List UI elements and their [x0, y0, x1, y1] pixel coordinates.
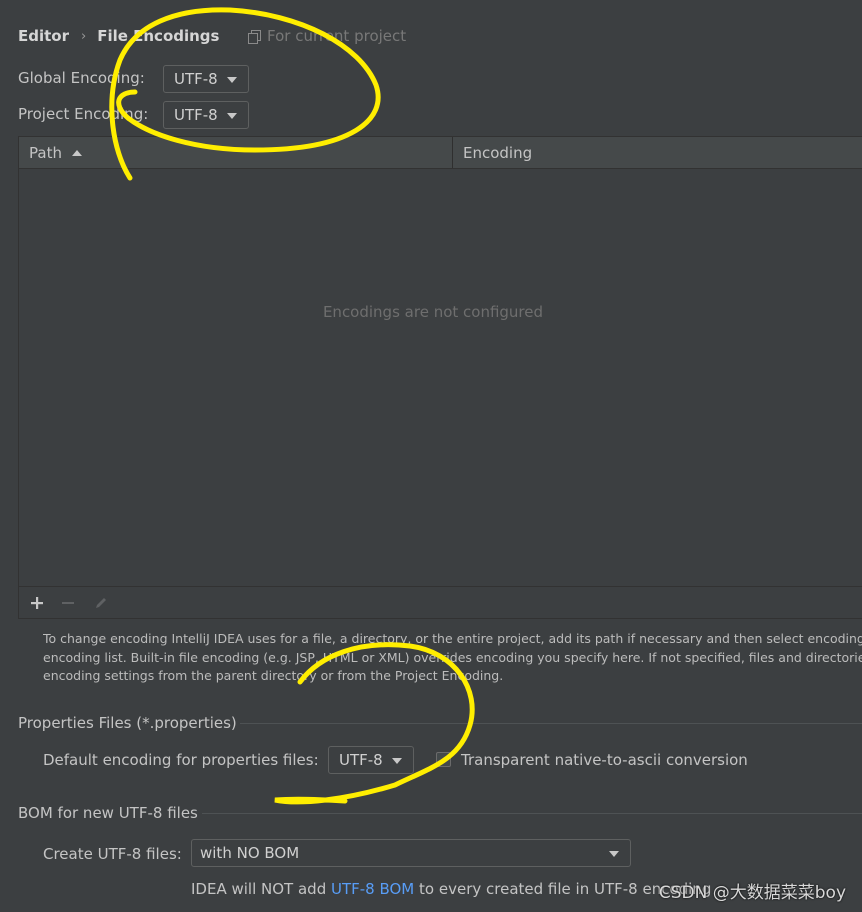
global-encoding-value: UTF-8	[174, 70, 218, 88]
watermark: CSDN @大数据菜菜boy	[658, 883, 846, 903]
table-header: Path Encoding	[19, 137, 862, 169]
utf8-bom-link[interactable]: UTF-8 BOM	[331, 880, 414, 898]
sort-ascending-icon	[71, 149, 82, 156]
native-to-ascii-label[interactable]: Transparent native-to-ascii conversion	[461, 751, 748, 769]
bom-mode-value: with NO BOM	[200, 844, 300, 862]
section-divider	[202, 813, 862, 814]
properties-section-title: Properties Files (*.properties)	[18, 714, 237, 732]
properties-encoding-value: UTF-8	[339, 751, 383, 769]
column-divider[interactable]	[452, 137, 453, 168]
copy-icon	[248, 29, 261, 44]
section-divider	[240, 723, 862, 724]
column-header-path[interactable]: Path	[29, 137, 82, 168]
chevron-down-icon	[392, 758, 402, 764]
bom-section-title: BOM for new UTF-8 files	[18, 804, 198, 822]
column-header-encoding[interactable]: Encoding	[463, 137, 532, 168]
create-utf8-label: Create UTF-8 files:	[43, 845, 182, 863]
chevron-down-icon	[227, 77, 237, 83]
project-encoding-label: Project Encoding:	[18, 105, 149, 123]
path-encoding-table[interactable]: Path Encoding Encodings are not configur…	[18, 136, 862, 619]
project-scope-hint: For current project	[248, 25, 406, 47]
bom-note: IDEA will NOT add UTF-8 BOM to every cre…	[191, 880, 712, 898]
chevron-down-icon	[609, 851, 619, 857]
project-encoding-select[interactable]: UTF-8	[163, 101, 249, 129]
global-encoding-select[interactable]: UTF-8	[163, 65, 249, 93]
edit-path-button[interactable]	[90, 587, 112, 618]
page-title: File Encodings	[97, 27, 220, 45]
project-scope-label: For current project	[267, 27, 407, 45]
project-encoding-value: UTF-8	[174, 106, 218, 124]
minus-icon	[62, 601, 74, 604]
breadcrumb-editor[interactable]: Editor	[18, 27, 69, 45]
properties-encoding-select[interactable]: UTF-8	[328, 746, 414, 774]
breadcrumb: Editor › File Encodings	[18, 25, 219, 47]
encoding-help-text: To change encoding IntelliJ IDEA uses fo…	[43, 631, 862, 684]
bom-mode-select[interactable]: with NO BOM	[191, 839, 631, 867]
remove-path-button[interactable]	[57, 587, 79, 618]
chevron-down-icon	[227, 113, 237, 119]
empty-table-text: Encodings are not configured	[322, 303, 544, 321]
add-path-button[interactable]	[26, 587, 48, 618]
file-encodings-settings-page: Editor › File Encodings For current proj…	[0, 0, 862, 912]
plus-icon	[31, 596, 43, 609]
table-toolbar	[19, 586, 862, 618]
native-to-ascii-checkbox[interactable]	[436, 752, 451, 767]
global-encoding-label: Global Encoding:	[18, 69, 145, 87]
properties-default-encoding-label: Default encoding for properties files:	[43, 751, 319, 769]
pencil-icon	[96, 597, 106, 608]
breadcrumb-separator: ›	[81, 28, 87, 44]
